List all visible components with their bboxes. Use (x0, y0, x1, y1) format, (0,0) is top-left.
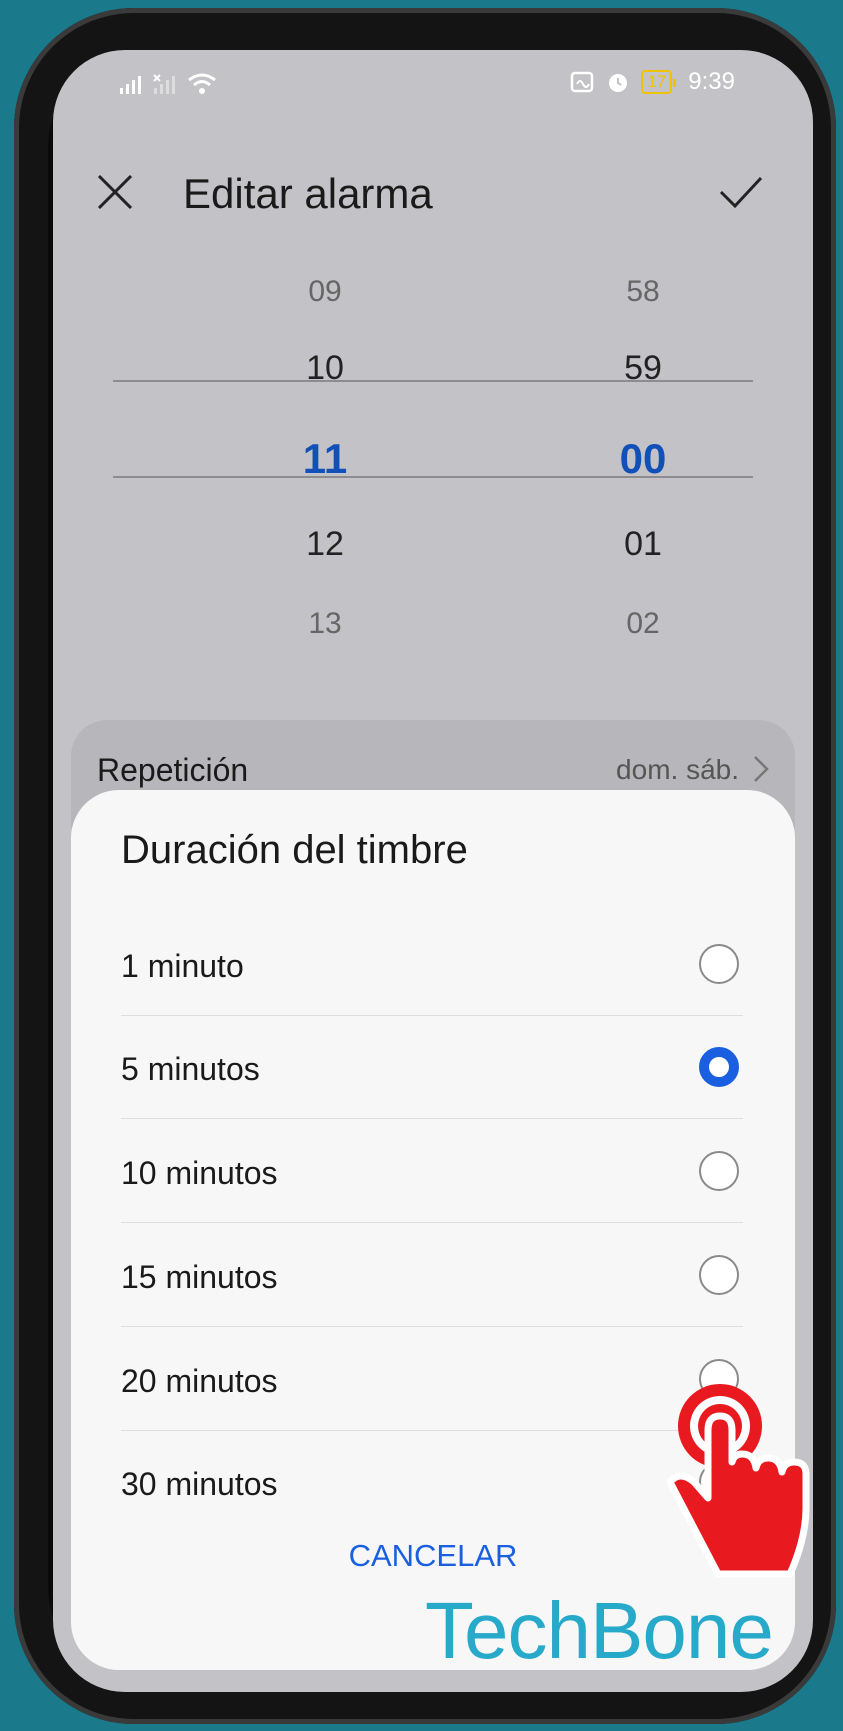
minute-selected: 00 (619, 435, 667, 482)
clock-time: 9:39 (688, 68, 735, 95)
minute-value: 01 (624, 525, 662, 563)
divider (121, 1118, 743, 1119)
signal-no-service-icon (153, 74, 175, 94)
option-10-minutes[interactable]: 10 minutos (121, 1121, 743, 1223)
minute-value: 02 (626, 607, 660, 640)
option-1-minute[interactable]: 1 minuto (121, 914, 743, 1016)
option-5-minutes[interactable]: 5 minutos (121, 1017, 743, 1119)
option-label: 15 minutos (121, 1259, 278, 1295)
repetition-label: Repetición (97, 752, 249, 788)
repetition-value: dom. sáb. (616, 754, 739, 785)
option-20-minutes[interactable]: 20 minutos (121, 1329, 743, 1431)
tap-hand-icon (666, 1384, 810, 1578)
alarm-icon (609, 74, 628, 92)
chevron-right-icon (754, 756, 769, 782)
close-icon[interactable] (93, 170, 137, 214)
option-label: 1 minuto (121, 948, 244, 984)
hour-value: 10 (306, 349, 344, 387)
option-15-minutes[interactable]: 15 minutos (121, 1225, 743, 1327)
radio-button[interactable] (699, 1151, 739, 1191)
page-title: Editar alarma (183, 170, 433, 217)
hour-value: 13 (308, 607, 342, 640)
option-label: 20 minutos (121, 1363, 278, 1399)
radio-button[interactable] (699, 944, 739, 984)
hour-value: 12 (306, 525, 344, 563)
minute-value: 58 (626, 275, 660, 308)
wifi-icon (188, 73, 216, 94)
divider (121, 1222, 743, 1223)
hour-value: 09 (308, 275, 342, 308)
radio-button[interactable] (699, 1255, 739, 1295)
divider (121, 1015, 743, 1016)
divider (121, 1430, 743, 1431)
radio-button-selected[interactable] (699, 1047, 739, 1087)
signal-icon (120, 76, 141, 94)
option-label: 10 minutos (121, 1155, 278, 1191)
status-bar: 17 9:39 (53, 50, 813, 114)
option-label: 30 minutos (121, 1466, 278, 1502)
option-label: 5 minutos (121, 1051, 260, 1087)
vibrate-icon (571, 71, 594, 93)
check-icon[interactable] (717, 170, 765, 214)
techbone-watermark: TechBone (425, 1586, 774, 1675)
header: Editar alarma (53, 140, 813, 230)
divider (121, 1326, 743, 1327)
option-30-minutes[interactable]: 30 minutos (121, 1432, 743, 1534)
minute-value: 59 (624, 349, 662, 387)
dialog-title: Duración del timbre (121, 828, 468, 872)
battery-indicator: 17 (641, 70, 677, 94)
hour-selected: 11 (302, 435, 348, 482)
